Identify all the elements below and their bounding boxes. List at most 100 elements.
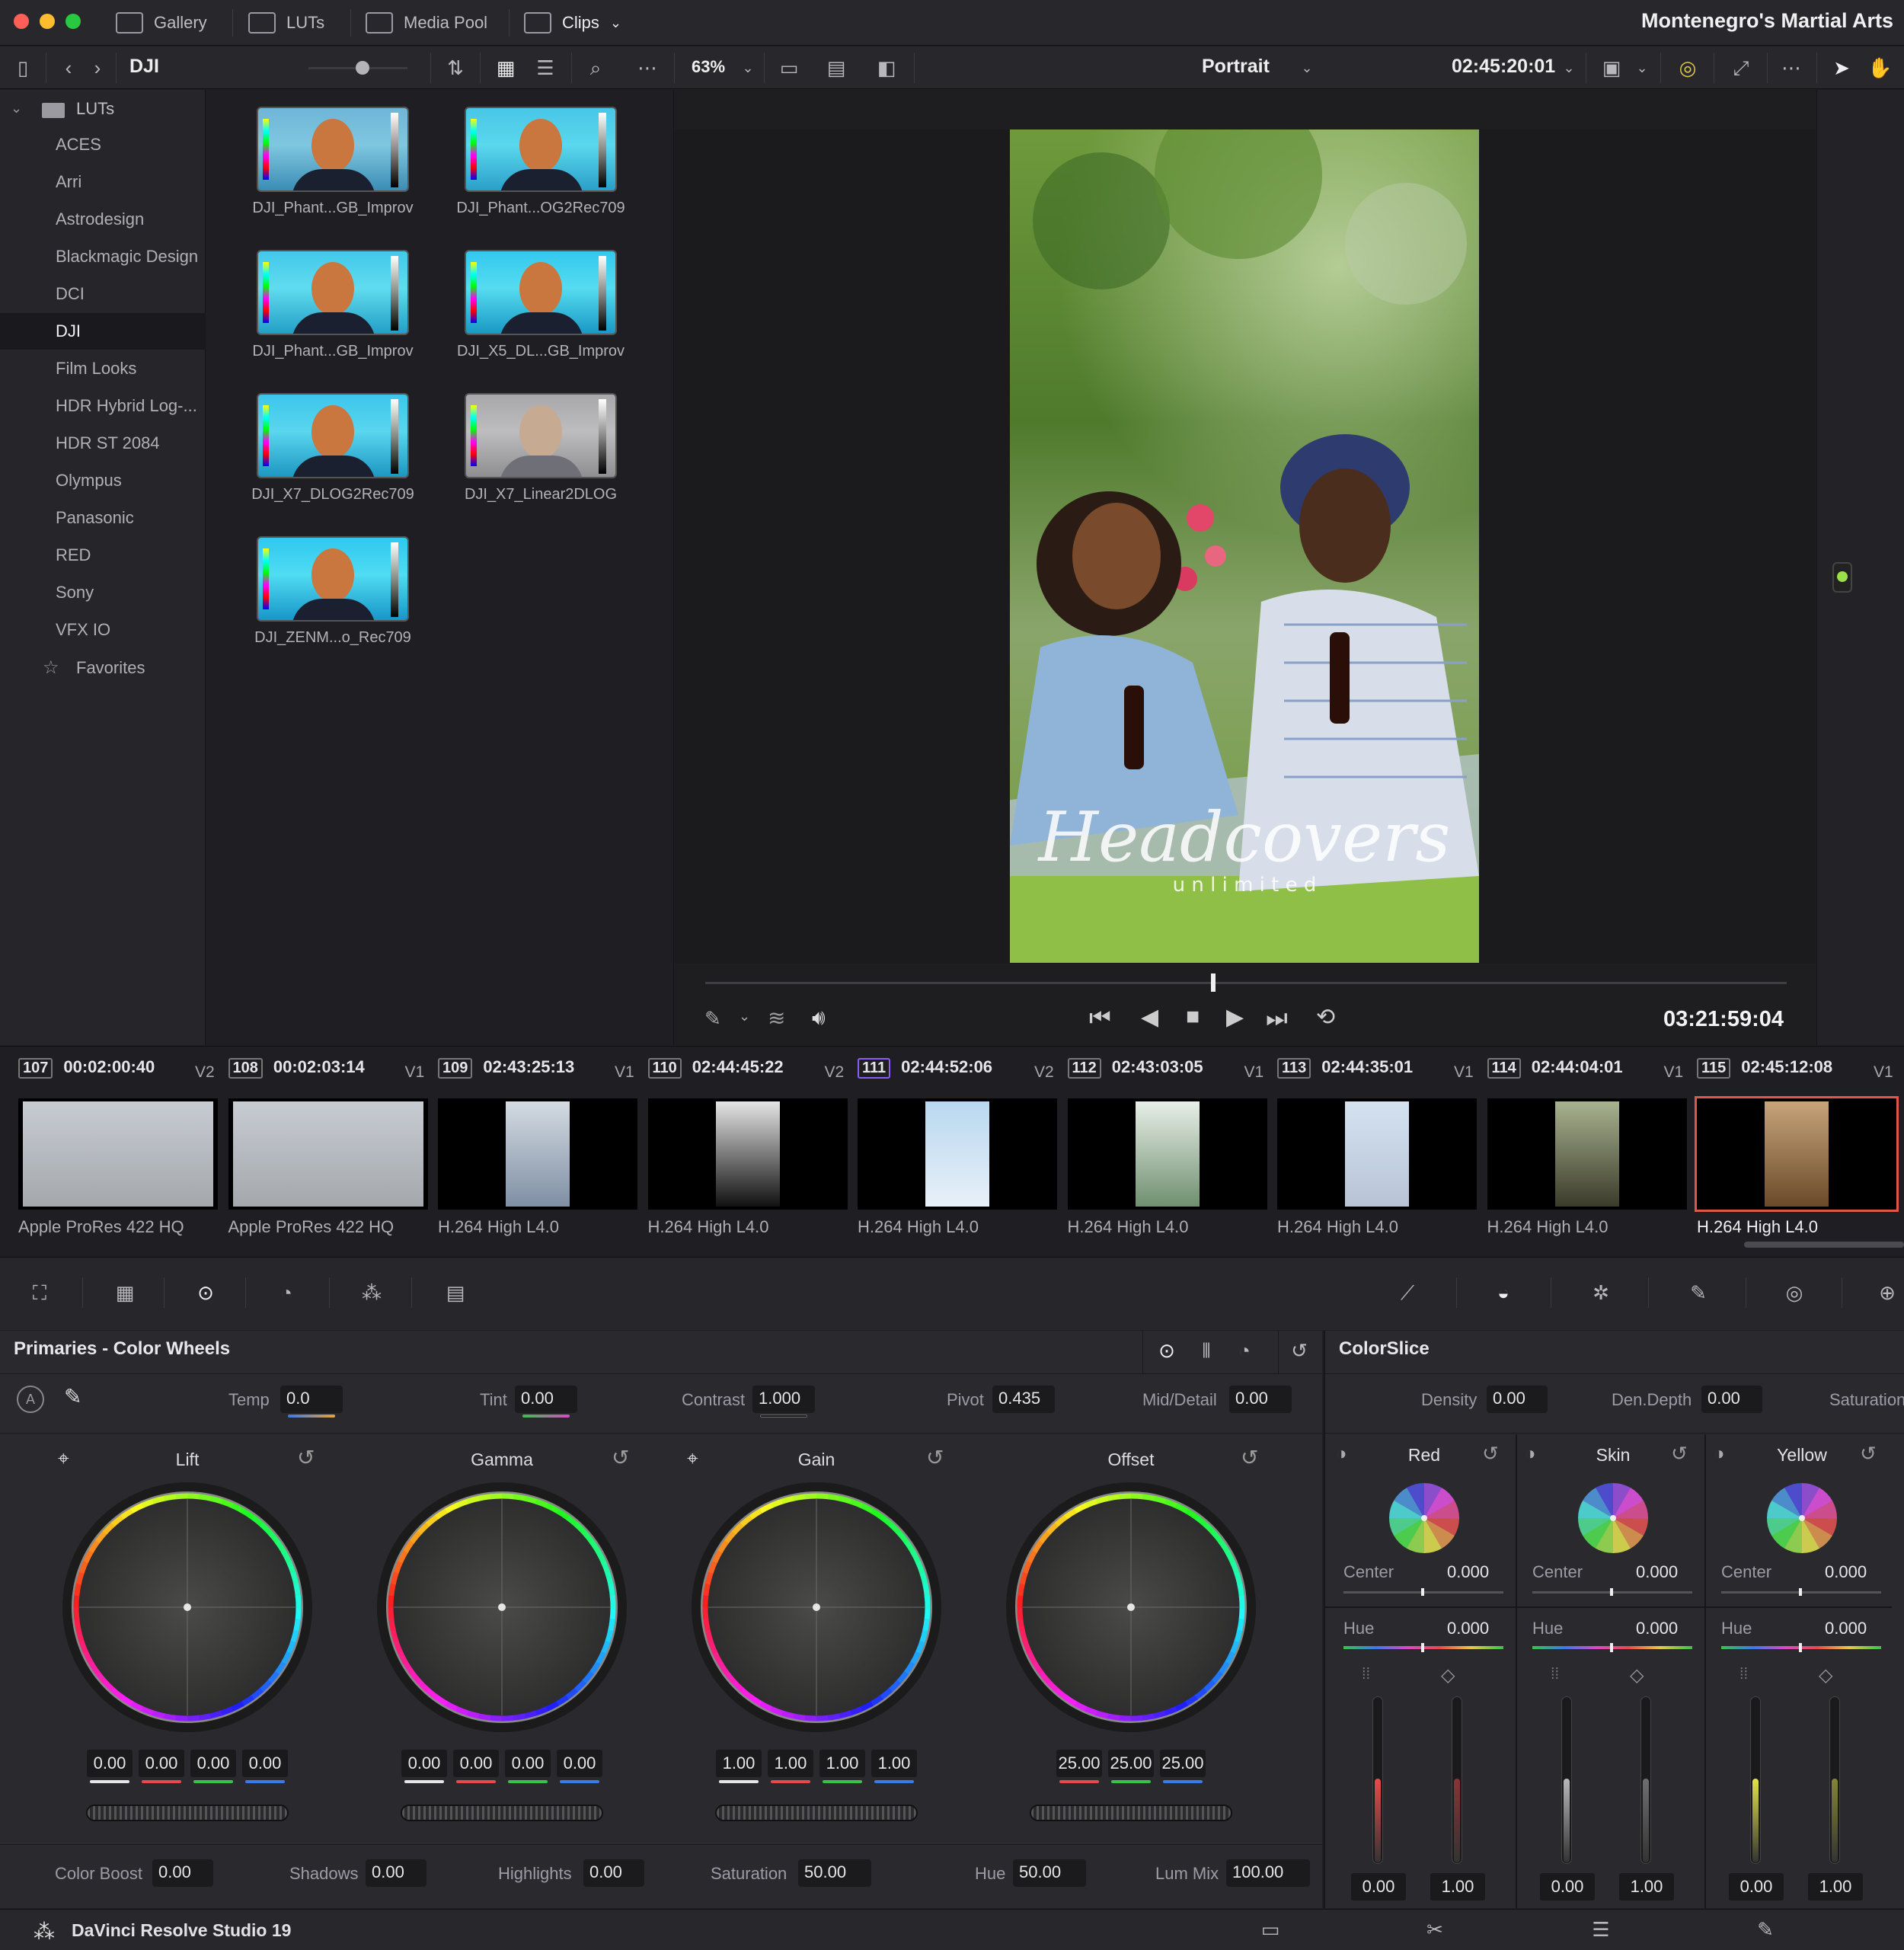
single-viewer-icon[interactable]: ▭	[777, 56, 801, 80]
lut-thumbnail[interactable]	[257, 393, 409, 478]
master-wheel-jog[interactable]	[86, 1805, 289, 1821]
primaries-wheels-icon[interactable]: ⊙	[193, 1280, 218, 1305]
eyedropper-icon[interactable]: ✎	[704, 1007, 721, 1031]
picker-icon[interactable]: ⌖	[687, 1447, 698, 1471]
hue-slider-handle[interactable]	[1421, 1643, 1424, 1652]
lum-mix-input[interactable]: 100.00	[1226, 1859, 1310, 1887]
stop-icon[interactable]: ■	[1186, 1004, 1200, 1030]
tab-luts[interactable]: LUTs	[248, 6, 324, 40]
eyedropper-icon[interactable]: ✎	[1686, 1280, 1711, 1305]
clip-thumbnail[interactable]	[647, 1098, 848, 1210]
sidebar-item-favorites[interactable]: Favorites	[76, 658, 145, 678]
wipe-viewer-icon[interactable]: ◧	[874, 56, 899, 80]
reset-icon[interactable]: ↺	[1241, 1445, 1258, 1470]
tab-media-pool[interactable]: Media Pool	[366, 6, 487, 40]
tint-input[interactable]: 0.00	[515, 1386, 577, 1413]
white-balance-picker-icon[interactable]: ✎	[64, 1384, 81, 1409]
cut-page-icon[interactable]: ✂	[1423, 1917, 1447, 1942]
sidebar-item-lut-folder[interactable]: Film Looks	[0, 350, 206, 387]
contrast-input[interactable]: 1.000	[752, 1386, 815, 1413]
reset-icon[interactable]: ↺	[1287, 1338, 1311, 1363]
wheel-value-input[interactable]: 0.00	[505, 1750, 551, 1777]
wheel-value-input[interactable]: 0.00	[139, 1750, 184, 1777]
luminance-value[interactable]: 1.00	[1619, 1873, 1674, 1900]
sidebar-item-lut-folder[interactable]: Olympus	[0, 462, 206, 499]
camera-raw-icon[interactable]: ⛶	[27, 1280, 52, 1305]
wheels-mode-icon[interactable]: ⊙	[1155, 1338, 1179, 1363]
lut-thumbnail[interactable]	[257, 536, 409, 622]
window-icon[interactable]: ◎	[1782, 1280, 1807, 1305]
hd-output-icon[interactable]: ▣	[1599, 56, 1624, 80]
wheel-value-input[interactable]: 1.00	[819, 1750, 865, 1777]
luminance-value[interactable]: 1.00	[1808, 1873, 1863, 1900]
shadows-input[interactable]: 0.00	[366, 1859, 426, 1887]
lut-thumbnail[interactable]	[465, 393, 617, 478]
mid-detail-input[interactable]: 0.00	[1229, 1386, 1292, 1413]
tab-clips[interactable]: Clips ⌄	[524, 6, 621, 40]
wheel-value-input[interactable]: 0.00	[190, 1750, 236, 1777]
contrast-icon[interactable]: ◑	[1714, 1443, 1725, 1465]
sidebar-item-lut-folder[interactable]: DJI	[0, 313, 206, 350]
search-icon[interactable]: ⌕	[583, 56, 608, 80]
chevron-down-icon[interactable]: ⌄	[1557, 56, 1581, 80]
lut-thumbnail[interactable]	[465, 107, 617, 192]
auto-balance-button[interactable]: A	[17, 1386, 44, 1413]
center-slider-handle[interactable]	[1610, 1588, 1613, 1596]
back-icon[interactable]: ‹	[56, 56, 81, 80]
clip-thumbnail[interactable]	[858, 1098, 1057, 1210]
color-boost-input[interactable]: 0.00	[152, 1859, 213, 1887]
wheel-value-input[interactable]: 0.00	[453, 1750, 499, 1777]
hue-slider-handle[interactable]	[1799, 1643, 1802, 1652]
pivot-input[interactable]: 0.435	[992, 1386, 1055, 1413]
sidebar-item-lut-folder[interactable]: Panasonic	[0, 500, 206, 536]
hue-input[interactable]: 50.00	[1013, 1859, 1086, 1887]
slider-handle[interactable]	[356, 61, 369, 75]
rgb-mixer-icon[interactable]: ⁂	[359, 1280, 384, 1305]
grid-icon[interactable]: ⁞⁞	[1551, 1666, 1559, 1683]
playhead[interactable]	[1211, 973, 1216, 992]
color-warper-icon[interactable]: ◒	[1491, 1280, 1516, 1305]
den-depth-input[interactable]: 0.00	[1701, 1386, 1762, 1413]
drop-icon[interactable]: ◇	[1819, 1664, 1832, 1686]
clip-thumbnail[interactable]	[18, 1098, 218, 1210]
wheel-value-input[interactable]: 1.00	[768, 1750, 813, 1777]
chevron-down-icon[interactable]: ⌄	[11, 101, 22, 117]
center-slider-handle[interactable]	[1799, 1588, 1802, 1596]
wheel-value-input[interactable]: 1.00	[716, 1750, 762, 1777]
picker-icon[interactable]: ⌖	[58, 1447, 69, 1471]
sidebar-item-lut-folder[interactable]: DCI	[0, 276, 206, 312]
center-value[interactable]: 0.000	[1447, 1562, 1489, 1582]
go-to-end-icon[interactable]: ⏭	[1266, 1004, 1288, 1033]
clip-strip-scrollbar[interactable]	[1744, 1242, 1904, 1248]
clip-thumbnail[interactable]	[1695, 1096, 1899, 1212]
split-viewer-icon[interactable]: ▤	[824, 56, 848, 80]
master-wheel-jog[interactable]	[715, 1805, 918, 1821]
wheel-value-input[interactable]: 0.00	[401, 1750, 447, 1777]
edit-page-icon[interactable]: ☰	[1589, 1917, 1613, 1942]
slice-color-wheel[interactable]	[1764, 1480, 1840, 1556]
bars-mode-icon[interactable]: ⦀	[1194, 1338, 1219, 1363]
color-match-icon[interactable]: ▦	[113, 1280, 137, 1305]
more-options-icon[interactable]: ⋯	[1779, 56, 1803, 80]
reset-icon[interactable]: ↺	[297, 1445, 315, 1470]
zoom-level[interactable]: 63%	[692, 57, 725, 77]
wheel-value-input[interactable]: 25.00	[1056, 1750, 1102, 1777]
saturation-input[interactable]: 50.00	[798, 1859, 871, 1887]
color-wheel[interactable]	[687, 1478, 946, 1737]
loop-icon[interactable]: ⟲	[1316, 1004, 1335, 1031]
list-view-icon[interactable]: ☰	[533, 56, 557, 80]
sidebar-item-lut-folder[interactable]: Sony	[0, 574, 206, 611]
color-wheel[interactable]	[372, 1478, 631, 1737]
sidebar-item-lut-folder[interactable]: Blackmagic Design	[0, 238, 206, 275]
forward-icon[interactable]: ›	[85, 56, 110, 80]
close-window-button[interactable]	[14, 14, 29, 29]
clip-thumbnail[interactable]	[1487, 1098, 1687, 1210]
sidebar-item-lut-folder[interactable]: Astrodesign	[0, 201, 206, 238]
reset-icon[interactable]: ↺	[612, 1445, 629, 1470]
fullscreen-icon[interactable]: ⤢	[1729, 56, 1753, 80]
clip-thumbnail[interactable]	[228, 1098, 428, 1210]
sidebar-item-lut-folder[interactable]: Arri	[0, 164, 206, 200]
chevron-down-icon[interactable]: ⌄	[739, 1009, 750, 1025]
play-reverse-icon[interactable]: ◀	[1141, 1004, 1158, 1031]
sidebar-item-lut-folder[interactable]: HDR ST 2084	[0, 425, 206, 462]
